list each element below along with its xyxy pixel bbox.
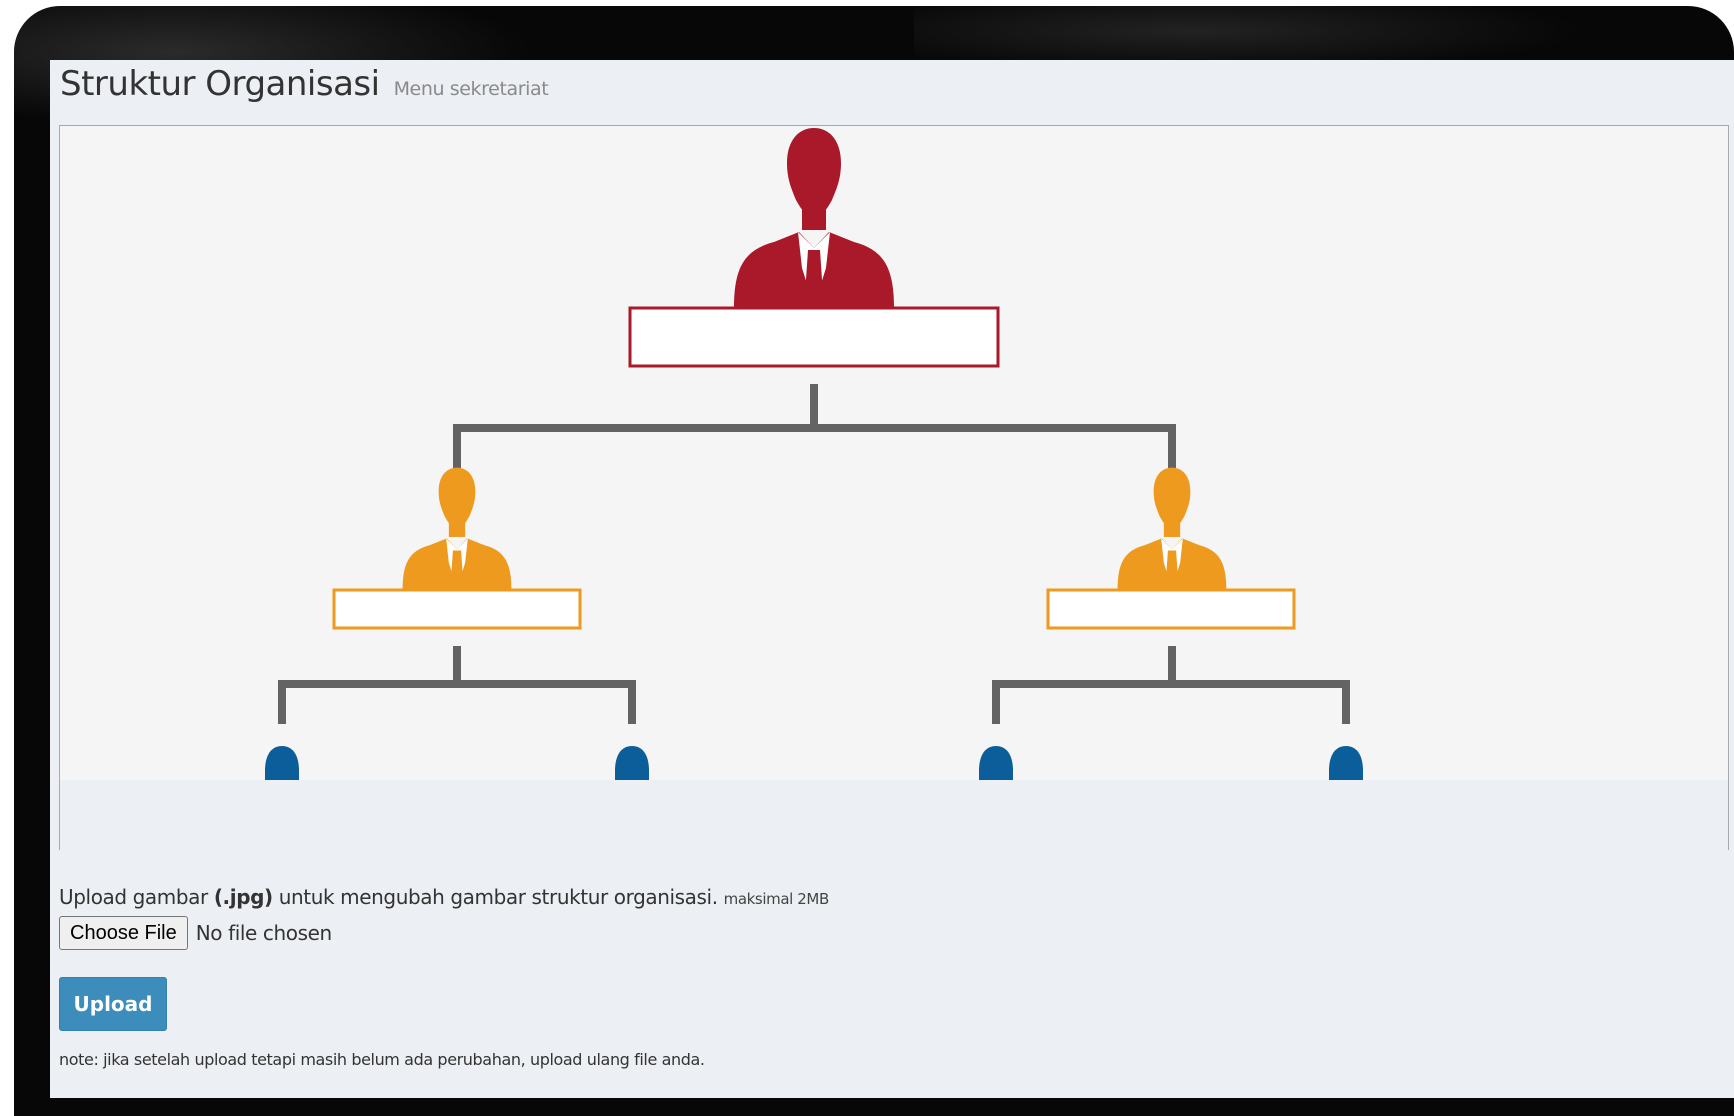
upload-text-part: Upload gambar xyxy=(59,885,214,909)
upload-max-size: maksimal 2MB xyxy=(723,890,830,908)
middle-left-person-icon xyxy=(332,467,582,630)
upload-text-part: untuk mengubah gambar struktur organisas… xyxy=(272,885,724,909)
upload-note: note: jika setelah upload tetapi masih b… xyxy=(59,1050,705,1069)
file-input[interactable]: Choose File No file chosen xyxy=(59,916,332,950)
middle-right-person-icon xyxy=(1046,467,1296,630)
page-title: Struktur Organisasi xyxy=(60,64,380,104)
file-status: No file chosen xyxy=(195,921,332,945)
page-subtitle: Menu sekretariat xyxy=(393,78,549,100)
screen: Struktur Organisasi Menu sekretariat Upl… xyxy=(50,60,1734,1098)
upload-format: (.jpg) xyxy=(213,885,273,909)
chart-cutoff xyxy=(60,780,1728,850)
upload-button[interactable]: Upload xyxy=(59,977,167,1031)
choose-file-button[interactable]: Choose File xyxy=(59,916,188,950)
page-header: Struktur Organisasi Menu sekretariat xyxy=(60,64,549,112)
org-chart-svg xyxy=(60,128,1728,850)
device-frame: Struktur Organisasi Menu sekretariat Upl… xyxy=(14,6,1734,1116)
upload-instructions: Upload gambar (.jpg) untuk mengubah gamb… xyxy=(59,885,829,909)
org-chart-image xyxy=(59,125,1729,850)
top-person-icon xyxy=(628,128,1000,368)
